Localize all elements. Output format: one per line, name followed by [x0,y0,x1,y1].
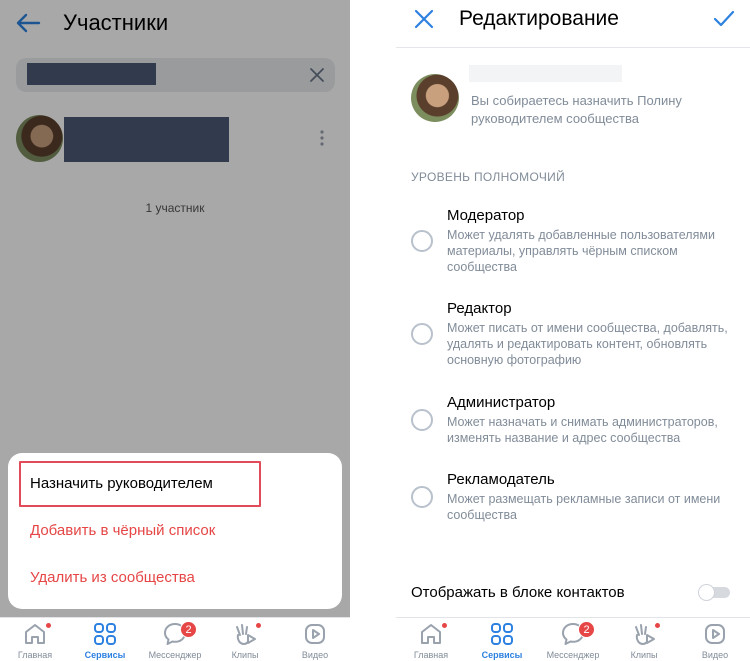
radio-icon[interactable] [411,323,433,345]
video-icon [305,624,325,644]
role-title: Администратор [447,394,556,411]
role-option-advertiser[interactable]: Рекламодатель Может размещать рекламные … [396,471,750,531]
tab-label: Сервисы [84,650,126,660]
tab-label: Клипы [231,650,259,660]
role-title: Модератор [447,207,525,224]
tab-messenger[interactable]: 2 Мессенджер [538,621,608,660]
tab-label: Клипы [630,650,658,660]
toggle-knob [698,584,715,601]
redacted-user-name [469,65,622,82]
tab-label: Видео [701,650,729,660]
checkmark-icon[interactable] [712,8,736,30]
tab-label: Мессенджер [148,650,202,660]
contacts-toggle-label: Отображать в блоке контактов [411,584,625,601]
assign-info-text: Вы собираетесь назначить Полину руководи… [471,93,682,126]
role-description: Может назначать и снимать администраторо… [447,415,718,445]
tab-label: Мессенджер [546,650,600,660]
tab-messenger[interactable]: 2 Мессенджер [140,621,210,660]
notification-dot [654,622,661,629]
header: Редактирование [396,0,750,48]
tab-clips[interactable]: Клипы [210,621,280,660]
role-description: Может удалять добавленные пользователями… [447,228,715,274]
video-icon [705,624,725,644]
role-option-administrator[interactable]: Администратор Может назначать и снимать … [396,394,750,454]
tab-label: Главная [17,650,53,660]
unread-badge: 2 [578,621,595,638]
radio-icon[interactable] [411,409,433,431]
action-sheet: Назначить руководителем Добавить в чёрны… [8,453,342,609]
user-avatar [411,74,459,122]
role-title: Рекламодатель [447,471,555,488]
tab-label: Видео [301,650,329,660]
add-to-blacklist-option[interactable]: Добавить в чёрный список [30,522,215,539]
tab-clips[interactable]: Клипы [609,621,679,660]
role-option-editor[interactable]: Редактор Может писать от имени сообществ… [396,300,750,375]
services-icon [491,623,513,645]
assign-manager-option[interactable]: Назначить руководителем [30,475,213,492]
permissions-section-header: УРОВЕНЬ ПОЛНОМОЧИЙ [411,170,565,184]
tab-video[interactable]: Видео [680,621,750,660]
contacts-toggle[interactable] [698,584,732,601]
tab-label: Главная [413,650,449,660]
role-title: Редактор [447,300,512,317]
notification-dot [45,622,52,629]
tab-bar: Главная Сервисы 2 Мессенджер Клипы Видео [0,617,350,661]
members-screen: Участники 1 участник Назначить руководит… [0,0,350,661]
edit-role-screen: Редактирование Вы собираетесь назначить … [396,0,750,661]
services-icon [94,623,116,645]
tab-home[interactable]: Главная [396,621,466,660]
role-description: Может писать от имени сообщества, добавл… [447,321,728,367]
tab-services[interactable]: Сервисы [70,621,140,660]
tab-home[interactable]: Главная [0,621,70,660]
tab-bar: Главная Сервисы 2 Мессенджер Клипы Видео [396,617,750,661]
close-icon[interactable] [414,9,434,29]
tab-services[interactable]: Сервисы [467,621,537,660]
notification-dot [441,622,448,629]
tab-video[interactable]: Видео [280,621,350,660]
tab-label: Сервисы [481,650,523,660]
page-title: Редактирование [459,7,619,30]
role-description: Может размещать рекламные записи от имен… [447,492,721,522]
remove-from-community-option[interactable]: Удалить из сообщества [30,569,195,586]
role-option-moderator[interactable]: Модератор Может удалять добавленные поль… [396,207,750,282]
radio-icon[interactable] [411,486,433,508]
radio-icon[interactable] [411,230,433,252]
notification-dot [255,622,262,629]
unread-badge: 2 [180,621,197,638]
